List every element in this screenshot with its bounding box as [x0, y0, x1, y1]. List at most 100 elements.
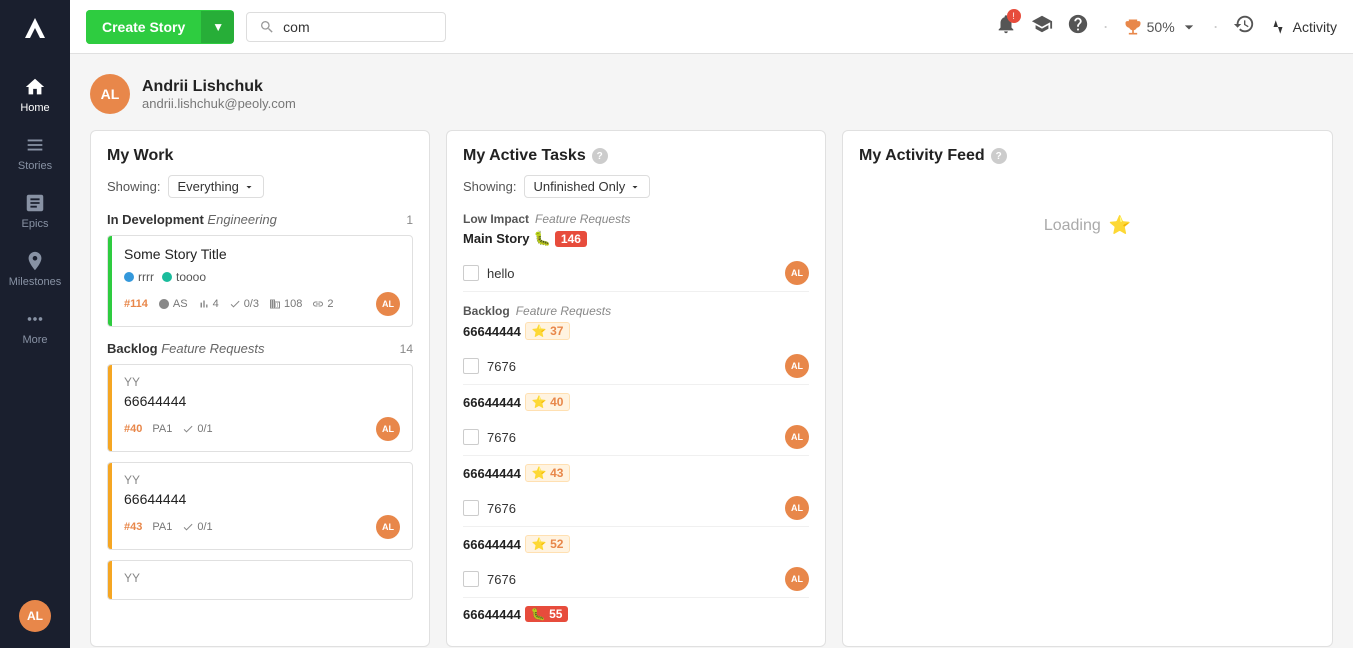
- task-checkbox-hello[interactable]: [463, 265, 479, 281]
- story-card-title: Some Story Title: [124, 246, 400, 262]
- active-tasks-showing-dropdown[interactable]: Unfinished Only: [524, 175, 650, 198]
- task-row-7676-3: 7676 AL: [463, 490, 809, 527]
- backlog-footer-2: #43 PA1 0/1 AL: [124, 515, 400, 539]
- task-checkbox-7676-3[interactable]: [463, 500, 479, 516]
- task-label-7676-2: 7676: [487, 430, 516, 445]
- search-input[interactable]: [283, 19, 403, 35]
- my-activity-feed-panel: My Activity Feed ? Loading ⭐: [842, 130, 1333, 647]
- chevron-down-icon: [1179, 17, 1199, 37]
- backlog-count: 14: [400, 342, 413, 356]
- story-card-backlog-2[interactable]: YY 66644444 #43 PA1 0/1 AL: [107, 462, 413, 550]
- topbar: Create Story ▼ !: [70, 0, 1353, 54]
- task-avatar-7676-3: AL: [785, 496, 809, 520]
- task-label-7676-1: 7676: [487, 359, 516, 374]
- story-card-footer: #114 AS 4: [124, 292, 400, 316]
- create-story-button-group[interactable]: Create Story ▼: [86, 10, 234, 44]
- topbar-right: ! · 50% ·: [995, 13, 1337, 40]
- task-checkbox-7676-2[interactable]: [463, 429, 479, 445]
- task-checkbox-7676-1[interactable]: [463, 358, 479, 374]
- story-card-inner-1: YY 66644444 #40 PA1 0/1 AL: [108, 365, 412, 451]
- sidebar-item-milestones[interactable]: Milestones: [0, 240, 70, 298]
- sidebar: Home Stories Epics Milestones More AL: [0, 0, 70, 648]
- backlog-group-label-3: YY: [124, 571, 400, 585]
- my-active-tasks-title: My Active Tasks ?: [463, 147, 809, 165]
- graduation-button[interactable]: [1031, 13, 1053, 40]
- story-card-inner: Some Story Title rrrr toooo #114 AS: [108, 236, 412, 326]
- task-row-7676-2: 7676 AL: [463, 419, 809, 456]
- story-card-backlog-1[interactable]: YY 66644444 #40 PA1 0/1 AL: [107, 364, 413, 452]
- columns: My Work Showing: Everything In Developme…: [90, 130, 1333, 647]
- sidebar-item-epics[interactable]: Epics: [0, 182, 70, 240]
- sidebar-item-home[interactable]: Home: [0, 66, 70, 124]
- task-label-7676-3: 7676: [487, 501, 516, 516]
- app-logo[interactable]: [17, 10, 53, 46]
- backlog-story-badge-43: 66644444 ⭐ 43: [463, 464, 809, 482]
- create-story-main-button[interactable]: Create Story: [86, 10, 201, 44]
- user-avatar: AL: [90, 74, 130, 114]
- my-work-panel: My Work Showing: Everything In Developme…: [90, 130, 430, 647]
- backlog-group-label-1: YY: [124, 375, 400, 389]
- active-tasks-dropdown-chevron: [629, 181, 641, 193]
- backlog-section-header: Backlog Feature Requests 14: [107, 341, 413, 356]
- backlog-story-badge-37: 66644444 ⭐ 37: [463, 322, 809, 340]
- task-avatar-hello: AL: [785, 261, 809, 285]
- backlog-assignee-1: AL: [376, 417, 400, 441]
- backlog-story-badge-40: 66644444 ⭐ 40: [463, 393, 809, 411]
- story-assignee-avatar: AL: [376, 292, 400, 316]
- backlog-footer-1: #40 PA1 0/1 AL: [124, 417, 400, 441]
- activity-icon: [1269, 18, 1287, 36]
- backlog-title: Backlog Feature Requests: [107, 341, 265, 356]
- activity-feed-help-icon[interactable]: ?: [991, 148, 1007, 164]
- notifications-button[interactable]: !: [995, 13, 1017, 40]
- trophy-button[interactable]: 50%: [1123, 17, 1199, 37]
- in-development-count: 1: [406, 213, 413, 227]
- my-activity-feed-title: My Activity Feed ?: [859, 147, 1316, 165]
- sidebar-avatar[interactable]: AL: [19, 600, 51, 632]
- story-score-55: 🐛 55: [525, 606, 569, 622]
- task-avatar-7676-1: AL: [785, 354, 809, 378]
- search-bar[interactable]: [246, 12, 446, 42]
- bug-icon: 🐛: [533, 230, 550, 247]
- main-story-badge: Main Story 🐛 146: [463, 230, 809, 247]
- dot-separator-1: ·: [1103, 16, 1109, 37]
- loading-text: Loading: [1044, 217, 1101, 235]
- backlog-group-label-2: YY: [124, 473, 400, 487]
- in-development-section-header: In Development Engineering 1: [107, 212, 413, 227]
- backlog-story-badge-52: 66644444 ⭐ 52: [463, 535, 809, 553]
- low-impact-header: Low Impact Feature Requests: [463, 212, 809, 226]
- story-card-inner-2: YY 66644444 #43 PA1 0/1 AL: [108, 463, 412, 549]
- user-header: AL Andrii Lishchuk andrii.lishchuk@peoly…: [90, 74, 1333, 114]
- backlog-task-header: Backlog Feature Requests: [463, 304, 809, 318]
- backlog-assignee-2: AL: [376, 515, 400, 539]
- notification-badge: !: [1007, 9, 1021, 23]
- backlog-card-title-1: 66644444: [124, 393, 400, 409]
- sidebar-item-stories[interactable]: Stories: [0, 124, 70, 182]
- my-work-showing-dropdown[interactable]: Everything: [168, 175, 263, 198]
- star-icon: ⭐: [1109, 215, 1131, 236]
- create-story-dropdown-button[interactable]: ▼: [201, 11, 234, 43]
- task-label-hello: hello: [487, 266, 514, 281]
- task-row-hello: hello AL: [463, 255, 809, 292]
- history-button[interactable]: [1233, 13, 1255, 40]
- user-info: Andrii Lishchuk andrii.lishchuk@peoly.co…: [142, 78, 296, 111]
- task-avatar-7676-4: AL: [785, 567, 809, 591]
- story-card-inner-3: YY: [108, 561, 412, 599]
- my-active-tasks-panel: My Active Tasks ? Showing: Unfinished On…: [446, 130, 826, 647]
- story-card-tags: rrrr toooo: [124, 270, 400, 284]
- task-row-7676-1: 7676 AL: [463, 348, 809, 385]
- help-button[interactable]: [1067, 13, 1089, 40]
- user-email: andrii.lishchuk@peoly.com: [142, 96, 296, 111]
- active-tasks-help-icon[interactable]: ?: [592, 148, 608, 164]
- story-score-37: ⭐ 37: [525, 322, 571, 340]
- activity-button[interactable]: Activity: [1269, 18, 1337, 36]
- sidebar-item-more[interactable]: More: [0, 298, 70, 356]
- task-avatar-7676-2: AL: [785, 425, 809, 449]
- page-content: AL Andrii Lishchuk andrii.lishchuk@peoly…: [70, 54, 1353, 648]
- task-checkbox-7676-4[interactable]: [463, 571, 479, 587]
- story-card-some-story[interactable]: Some Story Title rrrr toooo #114 AS: [107, 235, 413, 327]
- main-content: Create Story ▼ !: [70, 0, 1353, 648]
- story-score-40: ⭐ 40: [525, 393, 571, 411]
- story-card-backlog-3[interactable]: YY: [107, 560, 413, 600]
- story-score-43: ⭐ 43: [525, 464, 571, 482]
- loading-area: Loading ⭐: [859, 175, 1316, 276]
